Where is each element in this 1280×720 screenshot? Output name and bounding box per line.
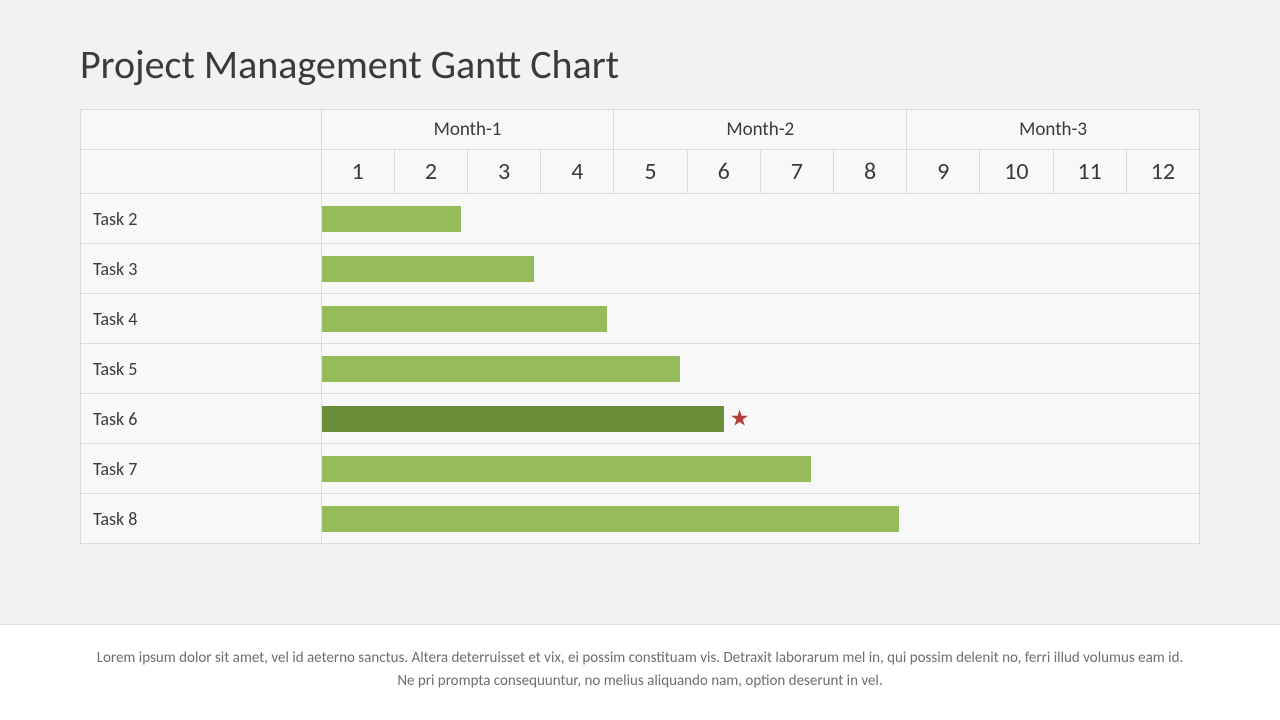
week-header: 2 [394,150,467,194]
week-header: 12 [1126,150,1199,194]
milestone-star-icon: ★ [730,407,750,429]
week-header: 10 [980,150,1053,194]
gantt-bar [322,506,900,532]
gantt-month-row: Month-1 Month-2 Month-3 [81,110,1200,150]
week-header: 3 [468,150,541,194]
slide-footer: Lorem ipsum dolor sit amet, vel id aeter… [0,624,1280,720]
gantt-track [321,494,1199,544]
gantt-bar [322,306,607,332]
gantt-row: Task 4 [81,294,1200,344]
gantt-table: Month-1 Month-2 Month-3 1 2 3 4 5 6 7 8 … [80,109,1200,544]
gantt-row: Task 8 [81,494,1200,544]
gantt-bar [322,406,724,432]
gantt-row: Task 5 [81,344,1200,394]
week-header: 1 [321,150,394,194]
gantt-row: Task 6 ★ [81,394,1200,444]
month-header: Month-1 [321,110,614,150]
task-label: Task 5 [81,344,322,394]
gantt-row: Task 7 [81,444,1200,494]
week-header: 7 [760,150,833,194]
page-title: Project Management Gantt Chart [80,40,1200,89]
task-label: Task 8 [81,494,322,544]
gantt-chart: Month-1 Month-2 Month-3 1 2 3 4 5 6 7 8 … [80,109,1200,544]
gantt-bar [322,206,461,232]
gantt-track [321,294,1199,344]
task-label: Task 4 [81,294,322,344]
week-header: 5 [614,150,687,194]
gantt-bar [322,456,812,482]
footer-text: Lorem ipsum dolor sit amet, vel id aeter… [90,647,1190,692]
task-label: Task 7 [81,444,322,494]
task-label: Task 3 [81,244,322,294]
gantt-week-row: 1 2 3 4 5 6 7 8 9 10 11 12 [81,150,1200,194]
task-label: Task 2 [81,194,322,244]
gantt-row: Task 2 [81,194,1200,244]
gantt-track: ★ [321,394,1199,444]
week-header: 11 [1053,150,1126,194]
week-header: 6 [687,150,760,194]
gantt-track [321,194,1199,244]
gantt-track [321,444,1199,494]
week-header: 9 [907,150,980,194]
month-header: Month-2 [614,110,907,150]
gantt-bar [322,256,534,282]
gantt-track [321,344,1199,394]
gantt-bar [322,356,680,382]
week-header: 8 [833,150,906,194]
task-label: Task 6 [81,394,322,444]
month-header: Month-3 [907,110,1200,150]
gantt-row: Task 3 [81,244,1200,294]
gantt-track [321,244,1199,294]
week-header: 4 [541,150,614,194]
